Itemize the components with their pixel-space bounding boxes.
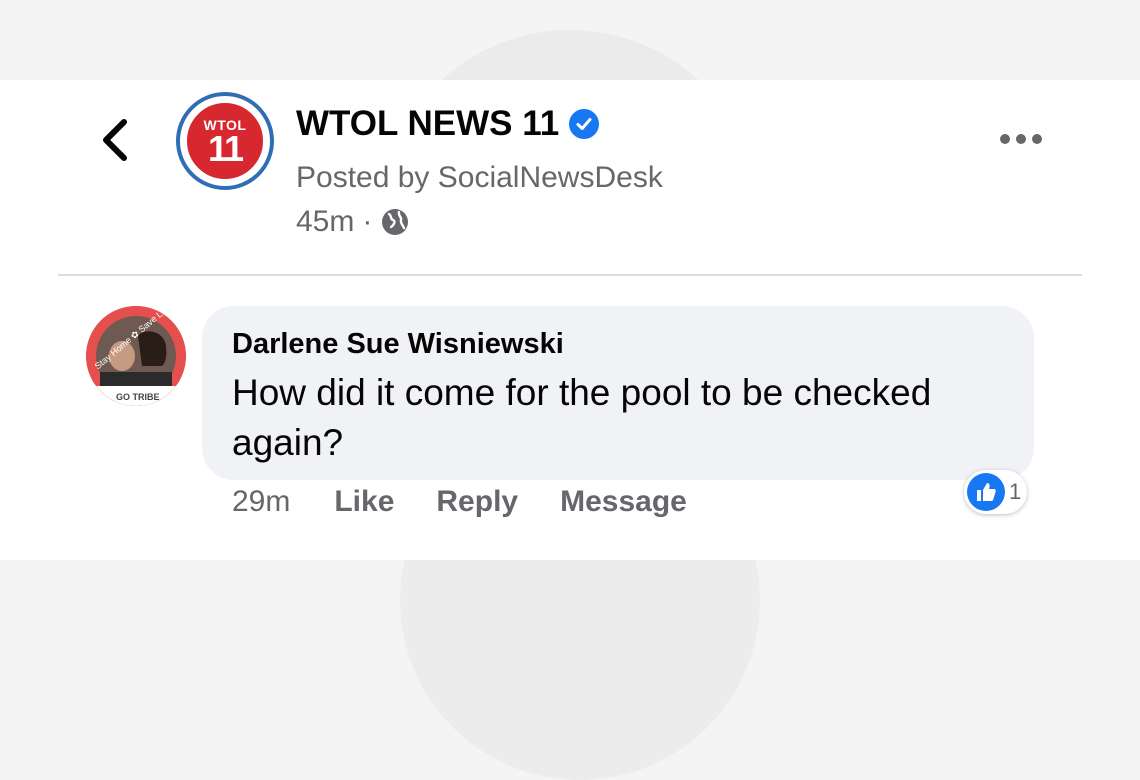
- meta-separator: ·: [362, 205, 373, 238]
- verified-badge-icon: [569, 109, 600, 139]
- page-name-text: WTOL NEWS 11: [296, 104, 560, 143]
- comment-time[interactable]: 29m: [232, 485, 290, 519]
- comment-actions: 29m Like Reply Message: [232, 485, 729, 519]
- like-button[interactable]: Like: [334, 485, 394, 519]
- wtol-logo: WTOL 11: [184, 100, 266, 182]
- reaction-badge[interactable]: 1: [964, 470, 1028, 514]
- post-meta: 45m ·: [296, 205, 410, 239]
- more-horizontal-icon: [1032, 134, 1042, 144]
- page-avatar[interactable]: WTOL 11: [176, 92, 274, 190]
- commenter-avatar[interactable]: Stay Home ✿ Save Lives GO TRIBE: [86, 306, 186, 406]
- more-options-button[interactable]: [1000, 128, 1048, 150]
- more-horizontal-icon: [1016, 134, 1026, 144]
- back-button[interactable]: [96, 118, 136, 162]
- reply-button[interactable]: Reply: [436, 485, 518, 519]
- avatar-frame-text-top: Stay Home ✿ Save Lives: [93, 306, 177, 371]
- posted-by-text: Posted by SocialNewsDesk: [296, 161, 663, 194]
- reaction-count: 1: [1009, 479, 1022, 504]
- divider: [58, 274, 1082, 276]
- post-time[interactable]: 45m: [296, 205, 354, 239]
- page-name[interactable]: WTOL NEWS 11: [296, 104, 600, 144]
- chevron-left-icon: [103, 119, 127, 161]
- globe-icon: [382, 209, 409, 235]
- logo-number: 11: [207, 128, 244, 169]
- avatar-frame-text-bottom: GO TRIBE: [116, 392, 160, 402]
- more-horizontal-icon: [1000, 134, 1010, 144]
- commenter-name[interactable]: Darlene Sue Wisniewski: [232, 328, 564, 361]
- message-button[interactable]: Message: [560, 485, 687, 519]
- thumbs-up-icon: [967, 473, 1005, 511]
- comment-text: How did it come for the pool to be check…: [232, 372, 932, 463]
